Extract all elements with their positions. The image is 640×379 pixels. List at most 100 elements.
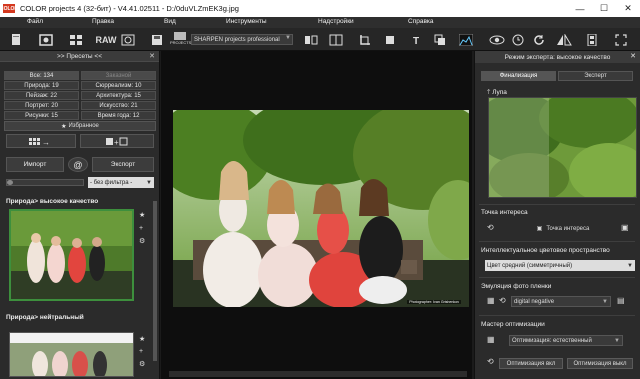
- window-title: COLOR projects 4 (32-бит) - V4.41.02511 …: [20, 4, 239, 13]
- filter-slider[interactable]: [6, 179, 84, 186]
- presets-header: >> Пресеты << ✕: [0, 51, 159, 62]
- smart-space-dropdown[interactable]: Цвет средний (симметричный) ▼: [485, 260, 635, 271]
- image-viewer: Photographer: Ivan Grishenkov: [161, 51, 472, 379]
- category-architecture[interactable]: Архитектура: 15: [81, 91, 156, 100]
- category-custom[interactable]: Заказной: [81, 71, 156, 80]
- menu-view[interactable]: Вид: [164, 18, 176, 25]
- import-button[interactable]: Импорт: [6, 157, 64, 172]
- category-drawings[interactable]: Рисунки: 15: [4, 111, 79, 120]
- slider-knob[interactable]: [7, 180, 13, 185]
- expert-panel: Режим эксперта: высокое качество ✕ Финал…: [474, 51, 640, 379]
- favorites-button[interactable]: ★ Избранное: [4, 121, 156, 131]
- optim-grid-icon: ▦: [487, 335, 495, 344]
- open-image-icon[interactable]: [38, 32, 54, 47]
- tab-finalization[interactable]: Финализация: [481, 71, 556, 81]
- film-dropdown[interactable]: digital negative ▼: [511, 296, 611, 307]
- film-title: Эмуляция фото пленки: [481, 283, 552, 290]
- maximize-button[interactable]: ☐: [592, 0, 616, 17]
- preset-actions: → +: [6, 134, 154, 148]
- fullscreen-icon[interactable]: [614, 32, 628, 47]
- divider: [479, 277, 635, 278]
- new-file-icon[interactable]: [9, 32, 23, 47]
- category-art[interactable]: Искусство: 21: [81, 101, 156, 110]
- close-expert-icon[interactable]: ✕: [630, 52, 636, 60]
- filter-dropdown[interactable]: - без фильтра - ▼: [88, 177, 154, 188]
- smart-space-title: Интеллектуальное цветовое пространство: [481, 247, 610, 254]
- poi-settings-icon[interactable]: ▣: [621, 223, 629, 232]
- optim-dropdown[interactable]: Оптимизация: естественный ▼: [509, 335, 623, 346]
- projects-icon[interactable]: PROJECTS: [170, 32, 191, 47]
- preview-eye-icon[interactable]: [488, 32, 506, 47]
- menu-help[interactable]: Справка: [408, 18, 434, 25]
- category-seasons[interactable]: Время года: 12: [81, 111, 156, 120]
- poi-title: Точка интереса: [481, 209, 528, 216]
- close-button[interactable]: ✕: [616, 0, 640, 17]
- layers-icon[interactable]: [433, 32, 447, 47]
- target-icon: ▣: [536, 226, 543, 232]
- preset-categories: Все: 134 Заказной Природа: 19 Сюрреализм…: [4, 71, 156, 131]
- raw-button[interactable]: RAW: [96, 32, 117, 47]
- preset-dropdown[interactable]: SHARPEN projects professional ▼: [191, 34, 293, 45]
- text-icon[interactable]: T: [410, 32, 424, 47]
- category-nature[interactable]: Природа: 19: [4, 81, 79, 90]
- preset-thumbnail[interactable]: [9, 209, 134, 301]
- optim-on-button[interactable]: Оптимизация вкл: [499, 358, 563, 369]
- import-export-row: Импорт @ Экспорт: [6, 157, 154, 172]
- optim-refresh-icon[interactable]: ⟲: [487, 357, 494, 366]
- optim-off-button[interactable]: Оптимизация выкл: [567, 358, 633, 369]
- close-presets-icon[interactable]: ✕: [149, 52, 155, 60]
- svg-text:T: T: [413, 36, 419, 46]
- refresh-icon[interactable]: [532, 32, 546, 47]
- save-icon[interactable]: [150, 32, 164, 47]
- menu-edit[interactable]: Правка: [92, 18, 114, 25]
- film-refresh-icon[interactable]: ⟲: [499, 296, 506, 305]
- minimize-button[interactable]: —: [568, 0, 592, 17]
- menu-bar: Файл Правка Вид Инструменты Надстройки С…: [0, 17, 640, 28]
- tab-expert[interactable]: Эксперт: [558, 71, 633, 81]
- settings-icon[interactable]: ⚙: [139, 360, 145, 368]
- category-portrait[interactable]: Портрет: 20: [4, 101, 79, 110]
- raw-settings-icon[interactable]: [120, 32, 136, 47]
- category-landscape[interactable]: Пейзаж: 22: [4, 91, 79, 100]
- histogram-icon[interactable]: [458, 32, 474, 47]
- poi-button[interactable]: ▣ Точка интереса: [523, 223, 603, 234]
- main-photo[interactable]: Photographer: Ivan Grishenkov: [173, 110, 469, 307]
- add-icon[interactable]: +: [139, 225, 143, 232]
- add-preset-button[interactable]: +: [80, 134, 154, 148]
- film-grid-icon: ▦: [487, 296, 495, 305]
- settings-icon[interactable]: ⚙: [139, 237, 145, 245]
- online-icon[interactable]: @: [68, 157, 88, 172]
- loupe-preview[interactable]: [488, 97, 637, 198]
- category-all[interactable]: Все: 134: [4, 71, 79, 80]
- film-slider-icon[interactable]: ▤: [617, 296, 625, 305]
- svg-text:+: +: [114, 138, 119, 146]
- divider: [479, 315, 635, 316]
- filmstrip-icon[interactable]: [585, 32, 599, 47]
- add-icon[interactable]: +: [139, 348, 143, 355]
- window-controls: — ☐ ✕: [568, 0, 640, 17]
- history-icon[interactable]: [510, 32, 526, 47]
- reset-icon[interactable]: ⟲: [487, 223, 494, 232]
- mirror-icon[interactable]: [555, 32, 573, 47]
- expert-header: Режим эксперта: высокое качество ✕: [475, 51, 640, 63]
- viewer-scrollbar[interactable]: [169, 371, 467, 377]
- split-view-icon[interactable]: [328, 32, 344, 47]
- favorite-star-icon[interactable]: ★: [139, 335, 145, 343]
- optim-title: Мастер оптимизации: [481, 321, 545, 328]
- presets-scrollbar[interactable]: [153, 201, 157, 361]
- crop-icon[interactable]: [358, 32, 372, 47]
- rotate-icon[interactable]: [383, 32, 397, 47]
- compare-icon[interactable]: [303, 32, 319, 47]
- export-button[interactable]: Экспорт: [92, 157, 154, 172]
- menu-tools[interactable]: Инструменты: [226, 18, 267, 25]
- preset-thumbnail[interactable]: [9, 332, 134, 379]
- toolbar: RAW PROJECTS SHARPEN projects profession…: [0, 28, 640, 51]
- favorite-star-icon[interactable]: ★: [139, 211, 145, 219]
- menu-plugins[interactable]: Надстройки: [318, 18, 354, 25]
- batch-icon[interactable]: [68, 32, 84, 47]
- category-surrealism[interactable]: Сюрреализм: 10: [81, 81, 156, 90]
- app-logo: COLOR: [0, 4, 19, 13]
- grid-save-button[interactable]: →: [6, 134, 76, 148]
- menu-file[interactable]: Файл: [27, 18, 43, 25]
- svg-text:→: →: [42, 138, 50, 146]
